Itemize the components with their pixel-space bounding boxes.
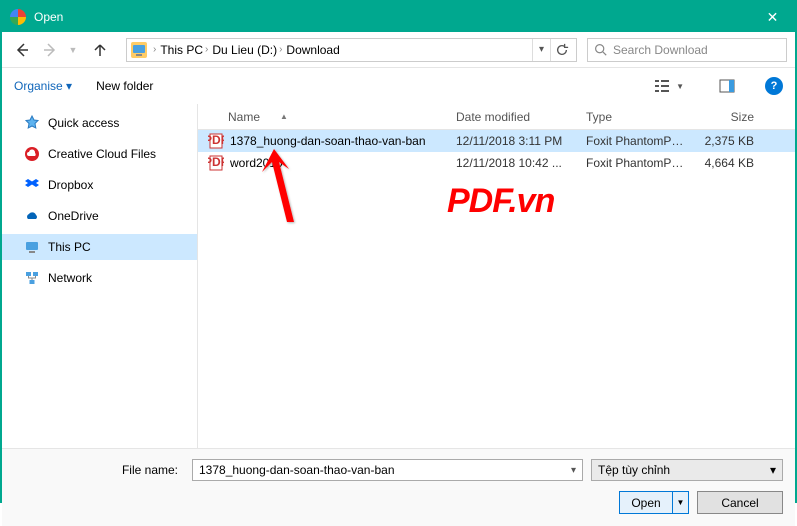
title-bar: Open ✕ [2, 2, 795, 32]
search-input[interactable]: Search Download [587, 38, 787, 62]
nav-bar: ▼ › This PC› Du Lieu (D:)› Download ▾ Se… [2, 32, 795, 68]
close-button[interactable]: ✕ [750, 2, 795, 32]
breadcrumb-segment[interactable]: This PC› [158, 43, 210, 57]
chevron-right-icon: › [153, 44, 156, 55]
search-placeholder: Search Download [613, 43, 708, 57]
onedrive-icon [24, 208, 40, 224]
chevron-down-icon: ▾ [770, 463, 776, 477]
forward-button[interactable] [38, 38, 62, 62]
column-header-size[interactable]: Size [692, 110, 762, 124]
chevron-right-icon: › [205, 44, 208, 55]
organise-menu[interactable]: Organise ▾ [14, 79, 72, 93]
sidebar-item-dropbox[interactable]: Dropbox [2, 172, 197, 198]
view-options-button[interactable]: ▼ [649, 74, 689, 98]
sidebar-item-onedrive[interactable]: OneDrive [2, 203, 197, 229]
sidebar-item-creative-cloud[interactable]: Creative Cloud Files [2, 141, 197, 167]
dropbox-icon [24, 177, 40, 193]
back-button[interactable] [10, 38, 34, 62]
column-header-date[interactable]: Date modified [448, 110, 578, 124]
address-bar[interactable]: › This PC› Du Lieu (D:)› Download ▾ [126, 38, 577, 62]
column-header-type[interactable]: Type [578, 110, 692, 124]
chrome-icon [10, 9, 26, 25]
network-icon [24, 270, 40, 286]
column-headers: Name▲ Date modified Type Size [198, 104, 795, 130]
recent-dropdown[interactable]: ▼ [66, 38, 80, 62]
toolbar: Organise ▾ New folder ▼ ? [2, 68, 795, 104]
pc-icon [131, 42, 147, 58]
svg-text:PDF: PDF [208, 133, 224, 147]
sidebar-item-this-pc[interactable]: This PC [2, 234, 197, 260]
svg-text:PDF: PDF [208, 155, 224, 169]
new-folder-button[interactable]: New folder [96, 79, 153, 93]
file-row[interactable]: PDF word2010 12/11/2018 10:42 ... Foxit … [198, 152, 795, 174]
address-dropdown[interactable]: ▾ [532, 39, 550, 61]
dialog-footer: File name: 1378_huong-dan-soan-thao-van-… [2, 448, 795, 526]
filename-input[interactable]: 1378_huong-dan-soan-thao-van-ban ▾ [192, 459, 583, 481]
file-row[interactable]: PDF 1378_huong-dan-soan-thao-van-ban 12/… [198, 130, 795, 152]
file-list: Name▲ Date modified Type Size PDF 1378_h… [198, 104, 795, 448]
file-type-filter[interactable]: Tệp tùy chỉnh ▾ [591, 459, 783, 481]
creative-cloud-icon [24, 146, 40, 162]
pc-icon [24, 239, 40, 255]
up-button[interactable] [88, 38, 112, 62]
breadcrumb-segment[interactable]: Download [284, 43, 341, 57]
filename-label: File name: [14, 463, 184, 477]
star-icon [24, 115, 40, 131]
chevron-down-icon[interactable]: ▾ [571, 465, 576, 476]
breadcrumb-segment[interactable]: Du Lieu (D:)› [210, 43, 284, 57]
window-title: Open [34, 10, 750, 24]
column-header-name[interactable]: Name▲ [198, 110, 448, 124]
sidebar-item-network[interactable]: Network [2, 265, 197, 291]
sidebar-item-quick-access[interactable]: Quick access [2, 110, 197, 136]
preview-pane-button[interactable] [713, 74, 741, 98]
sidebar: Quick access Creative Cloud Files Dropbo… [2, 104, 198, 448]
pdf-file-icon: PDF [208, 155, 224, 171]
pdf-file-icon: PDF [208, 133, 224, 149]
help-button[interactable]: ? [765, 77, 783, 95]
sort-asc-icon: ▲ [280, 112, 288, 121]
search-icon [594, 43, 607, 56]
chevron-right-icon: › [279, 44, 282, 55]
refresh-button[interactable] [550, 39, 572, 61]
